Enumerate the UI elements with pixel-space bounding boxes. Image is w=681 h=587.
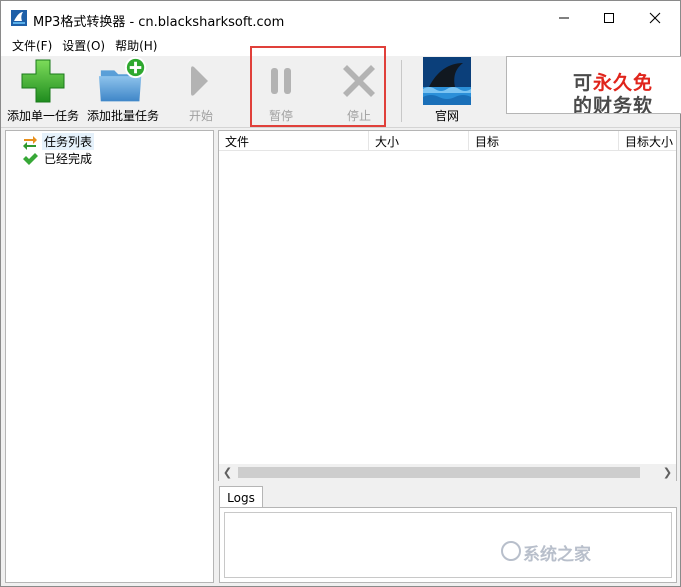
tree-label-task-list: 任务列表 bbox=[42, 133, 95, 150]
stop-label: 停止 bbox=[346, 109, 371, 123]
tree-item-completed[interactable]: 已经完成 bbox=[16, 150, 94, 167]
watermark-text: 系统之家 bbox=[523, 545, 591, 565]
start-label: 开始 bbox=[188, 109, 213, 123]
minimize-button[interactable] bbox=[541, 1, 587, 35]
title-bar[interactable]: MP3格式转换器 - cn.blacksharksoft.com bbox=[1, 1, 680, 35]
window-title: MP3格式转换器 - cn.blacksharksoft.com bbox=[33, 15, 285, 30]
tree-item-task-list[interactable]: 任务列表 bbox=[16, 133, 95, 150]
app-window: MP3格式转换器 - cn.blacksharksoft.com 文件(F) 设… bbox=[0, 0, 681, 587]
folder-add-icon bbox=[98, 56, 147, 102]
minimize-icon bbox=[559, 17, 569, 19]
menu-help[interactable]: 帮助(H) bbox=[110, 37, 162, 54]
horizontal-scrollbar[interactable]: ❮ ❯ bbox=[219, 464, 676, 481]
pause-button[interactable]: 暂停 bbox=[253, 56, 309, 128]
add-batch-task-button[interactable]: 添加批量任务 bbox=[85, 56, 161, 128]
maximize-button[interactable] bbox=[586, 1, 632, 35]
start-button[interactable]: 开始 bbox=[173, 56, 229, 128]
website-label: 官网 bbox=[434, 109, 459, 123]
column-size[interactable]: 大小 bbox=[369, 131, 469, 151]
column-target[interactable]: 目标 bbox=[469, 131, 619, 151]
scroll-thumb[interactable] bbox=[238, 467, 640, 478]
pause-label: 暂停 bbox=[268, 109, 293, 123]
stop-button[interactable]: 停止 bbox=[331, 56, 387, 128]
toolbar-separator bbox=[401, 60, 402, 122]
stop-x-icon bbox=[343, 65, 375, 97]
list-header: 文件 大小 目标 目标大小 bbox=[219, 131, 676, 151]
add-single-task-label: 添加单一任务 bbox=[6, 109, 79, 123]
ad-banner[interactable]: 可永久免 的财务软 bbox=[506, 56, 681, 114]
logs-panel bbox=[219, 507, 677, 583]
swap-arrows-icon bbox=[22, 134, 38, 150]
ad-line2: 的财务软 bbox=[573, 95, 654, 114]
close-button[interactable] bbox=[632, 1, 678, 35]
column-file[interactable]: 文件 bbox=[219, 131, 369, 151]
column-target-size[interactable]: 目标大小 bbox=[619, 131, 676, 151]
add-single-task-button[interactable]: 添加单一任务 bbox=[5, 56, 81, 128]
task-tree-panel: 任务列表 已经完成 bbox=[5, 130, 214, 583]
checkmark-icon bbox=[22, 151, 38, 167]
logs-textarea[interactable] bbox=[224, 512, 672, 578]
scroll-right-icon[interactable]: ❯ bbox=[659, 464, 676, 481]
menu-bar: 文件(F) 设置(O) 帮助(H) bbox=[1, 35, 680, 56]
tree-label-completed: 已经完成 bbox=[44, 152, 93, 166]
add-batch-task-label: 添加批量任务 bbox=[86, 109, 159, 123]
website-button[interactable]: 官网 bbox=[419, 56, 475, 128]
task-list-panel: 文件 大小 目标 目标大小 ❮ ❯ bbox=[218, 130, 677, 481]
green-plus-icon bbox=[21, 59, 65, 103]
watermark-logo-icon bbox=[501, 541, 521, 561]
play-icon bbox=[191, 66, 208, 96]
pause-icon bbox=[271, 68, 291, 94]
maximize-icon bbox=[604, 13, 614, 23]
shark-fin-icon bbox=[423, 57, 471, 105]
scroll-left-icon[interactable]: ❮ bbox=[219, 464, 236, 481]
shark-icon bbox=[11, 10, 27, 26]
menu-settings[interactable]: 设置(O) bbox=[57, 37, 110, 54]
menu-file[interactable]: 文件(F) bbox=[7, 37, 57, 54]
logs-tab[interactable]: Logs bbox=[219, 486, 263, 508]
close-icon bbox=[649, 12, 661, 24]
